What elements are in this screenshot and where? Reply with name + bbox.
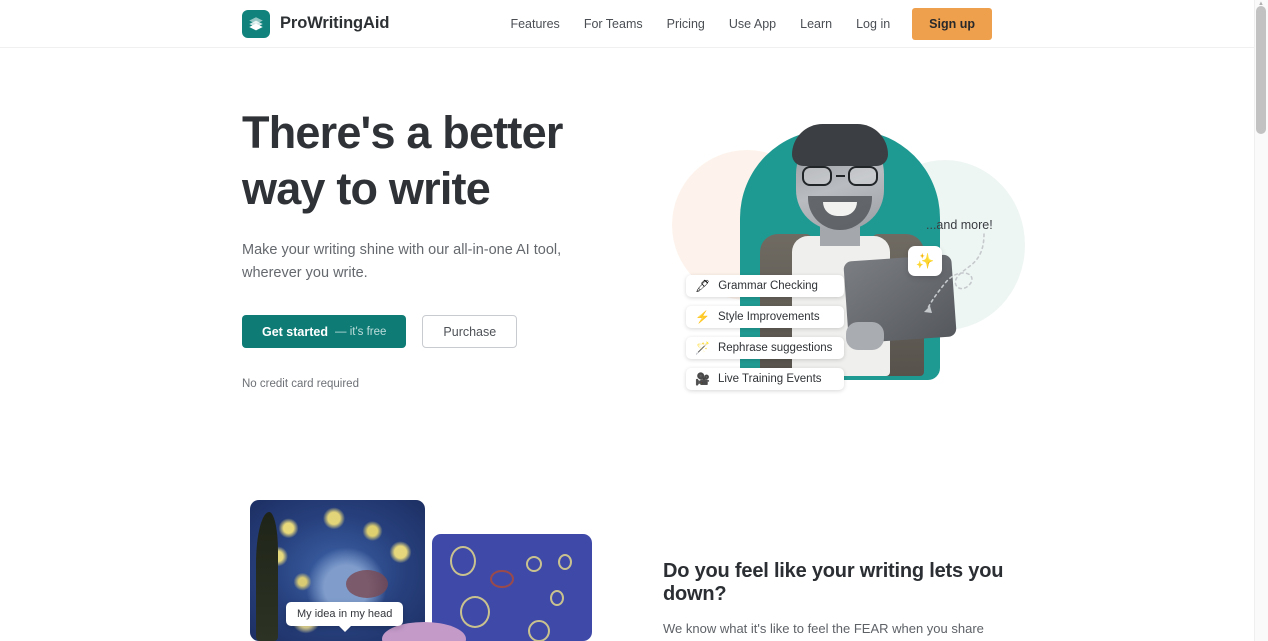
nav-item-for-teams[interactable]: For Teams (572, 11, 655, 37)
glasses-lens-right (848, 166, 878, 186)
feature-card-label: Grammar Checking (718, 280, 818, 292)
nav-item-log-in[interactable]: Log in (844, 11, 902, 37)
prowritingaid-logo-icon (242, 9, 270, 38)
magic-wand-icon: 🪄 (695, 341, 710, 355)
hero-cta-group: Get started — it's free Purchase (242, 315, 642, 348)
nav-item-use-app[interactable]: Use App (717, 11, 788, 37)
warm-blob-decoration (346, 570, 388, 598)
feature-card-label: Live Training Events (717, 373, 822, 385)
get-started-free-label: — it's free (335, 325, 387, 338)
artwork-comparison-images: My idea in my head (242, 494, 592, 641)
hero-feature-card-list: 🖋 Grammar Checking ⚡ Style Improvements … (686, 275, 845, 390)
glasses-bridge (835, 174, 845, 178)
hero-title-line-2: way to write (242, 163, 491, 214)
brand-logo-link[interactable]: ProWritingAid (242, 9, 390, 38)
page-scrollbar[interactable]: ▲ (1254, 0, 1268, 641)
scrollbar-thumb[interactable] (1256, 6, 1266, 134)
feature-card-rephrase-suggestions: 🪄 Rephrase suggestions (686, 337, 845, 359)
my-idea-tooltip: My idea in my head (286, 602, 404, 632)
main-navigation: Features For Teams Pricing Use App Learn… (498, 7, 992, 40)
lightning-bolt-icon: ⚡ (695, 310, 710, 324)
feather-pen-icon: 🖋 (695, 279, 711, 293)
nav-item-learn[interactable]: Learn (788, 11, 844, 37)
sign-up-button[interactable]: Sign up (912, 7, 992, 40)
person-hand (846, 322, 884, 350)
movie-camera-icon: 🎥 (695, 372, 710, 386)
feature-card-live-training-events: 🎥 Live Training Events (686, 368, 845, 390)
hero-section: There's a better way to write Make your … (0, 48, 1254, 488)
feature-card-grammar-checking: 🖋 Grammar Checking (686, 275, 845, 297)
person-hair (792, 124, 888, 166)
lower-copy: Do you feel like your writing lets you d… (663, 560, 1033, 641)
swirl-decoration (460, 596, 490, 628)
hero-title: There's a better way to write (242, 105, 642, 217)
simplified-painting-image (432, 534, 592, 641)
nav-item-features[interactable]: Features (498, 11, 571, 37)
nav-item-pricing[interactable]: Pricing (655, 11, 717, 37)
swirl-decoration (490, 570, 514, 588)
swirl-decoration (528, 620, 550, 641)
sparkles-icon: ✨ (908, 246, 942, 276)
feature-card-label: Rephrase suggestions (717, 342, 833, 354)
hero-title-line-1: There's a better (242, 107, 563, 158)
glasses-lens-left (802, 166, 832, 186)
lower-section-body: We know what it's like to feel the FEAR … (663, 621, 984, 636)
and-more-label: ...and more! (926, 218, 993, 232)
hero-subtitle: Make your writing shine with our all-in-… (242, 242, 562, 281)
feature-card-label: Style Improvements (717, 311, 820, 323)
purchase-button[interactable]: Purchase (422, 315, 518, 348)
lower-section-title: Do you feel like your writing lets you d… (663, 560, 1004, 605)
swirl-decoration (550, 590, 564, 606)
hero-illustration: ✨ 🖋 Grammar Checking ⚡ Style Improvement… (660, 100, 1025, 440)
get-started-button[interactable]: Get started — it's free (242, 315, 407, 348)
swirl-decoration (526, 556, 542, 572)
brand-name: ProWritingAid (280, 14, 390, 32)
get-started-label: Get started (262, 324, 328, 339)
no-credit-card-note: No credit card required (242, 378, 359, 390)
feature-card-style-improvements: ⚡ Style Improvements (686, 306, 845, 328)
glasses-icon (802, 166, 878, 186)
cypress-tree-shape (256, 512, 278, 641)
site-header: ProWritingAid Features For Teams Pricing… (0, 0, 1254, 48)
swirl-decoration (558, 554, 572, 570)
swirl-decoration (450, 546, 476, 576)
hero-copy: There's a better way to write Make your … (242, 105, 642, 390)
lower-section: My idea in my head Do you feel like your… (0, 488, 1254, 641)
page-root: ProWritingAid Features For Teams Pricing… (0, 0, 1268, 641)
